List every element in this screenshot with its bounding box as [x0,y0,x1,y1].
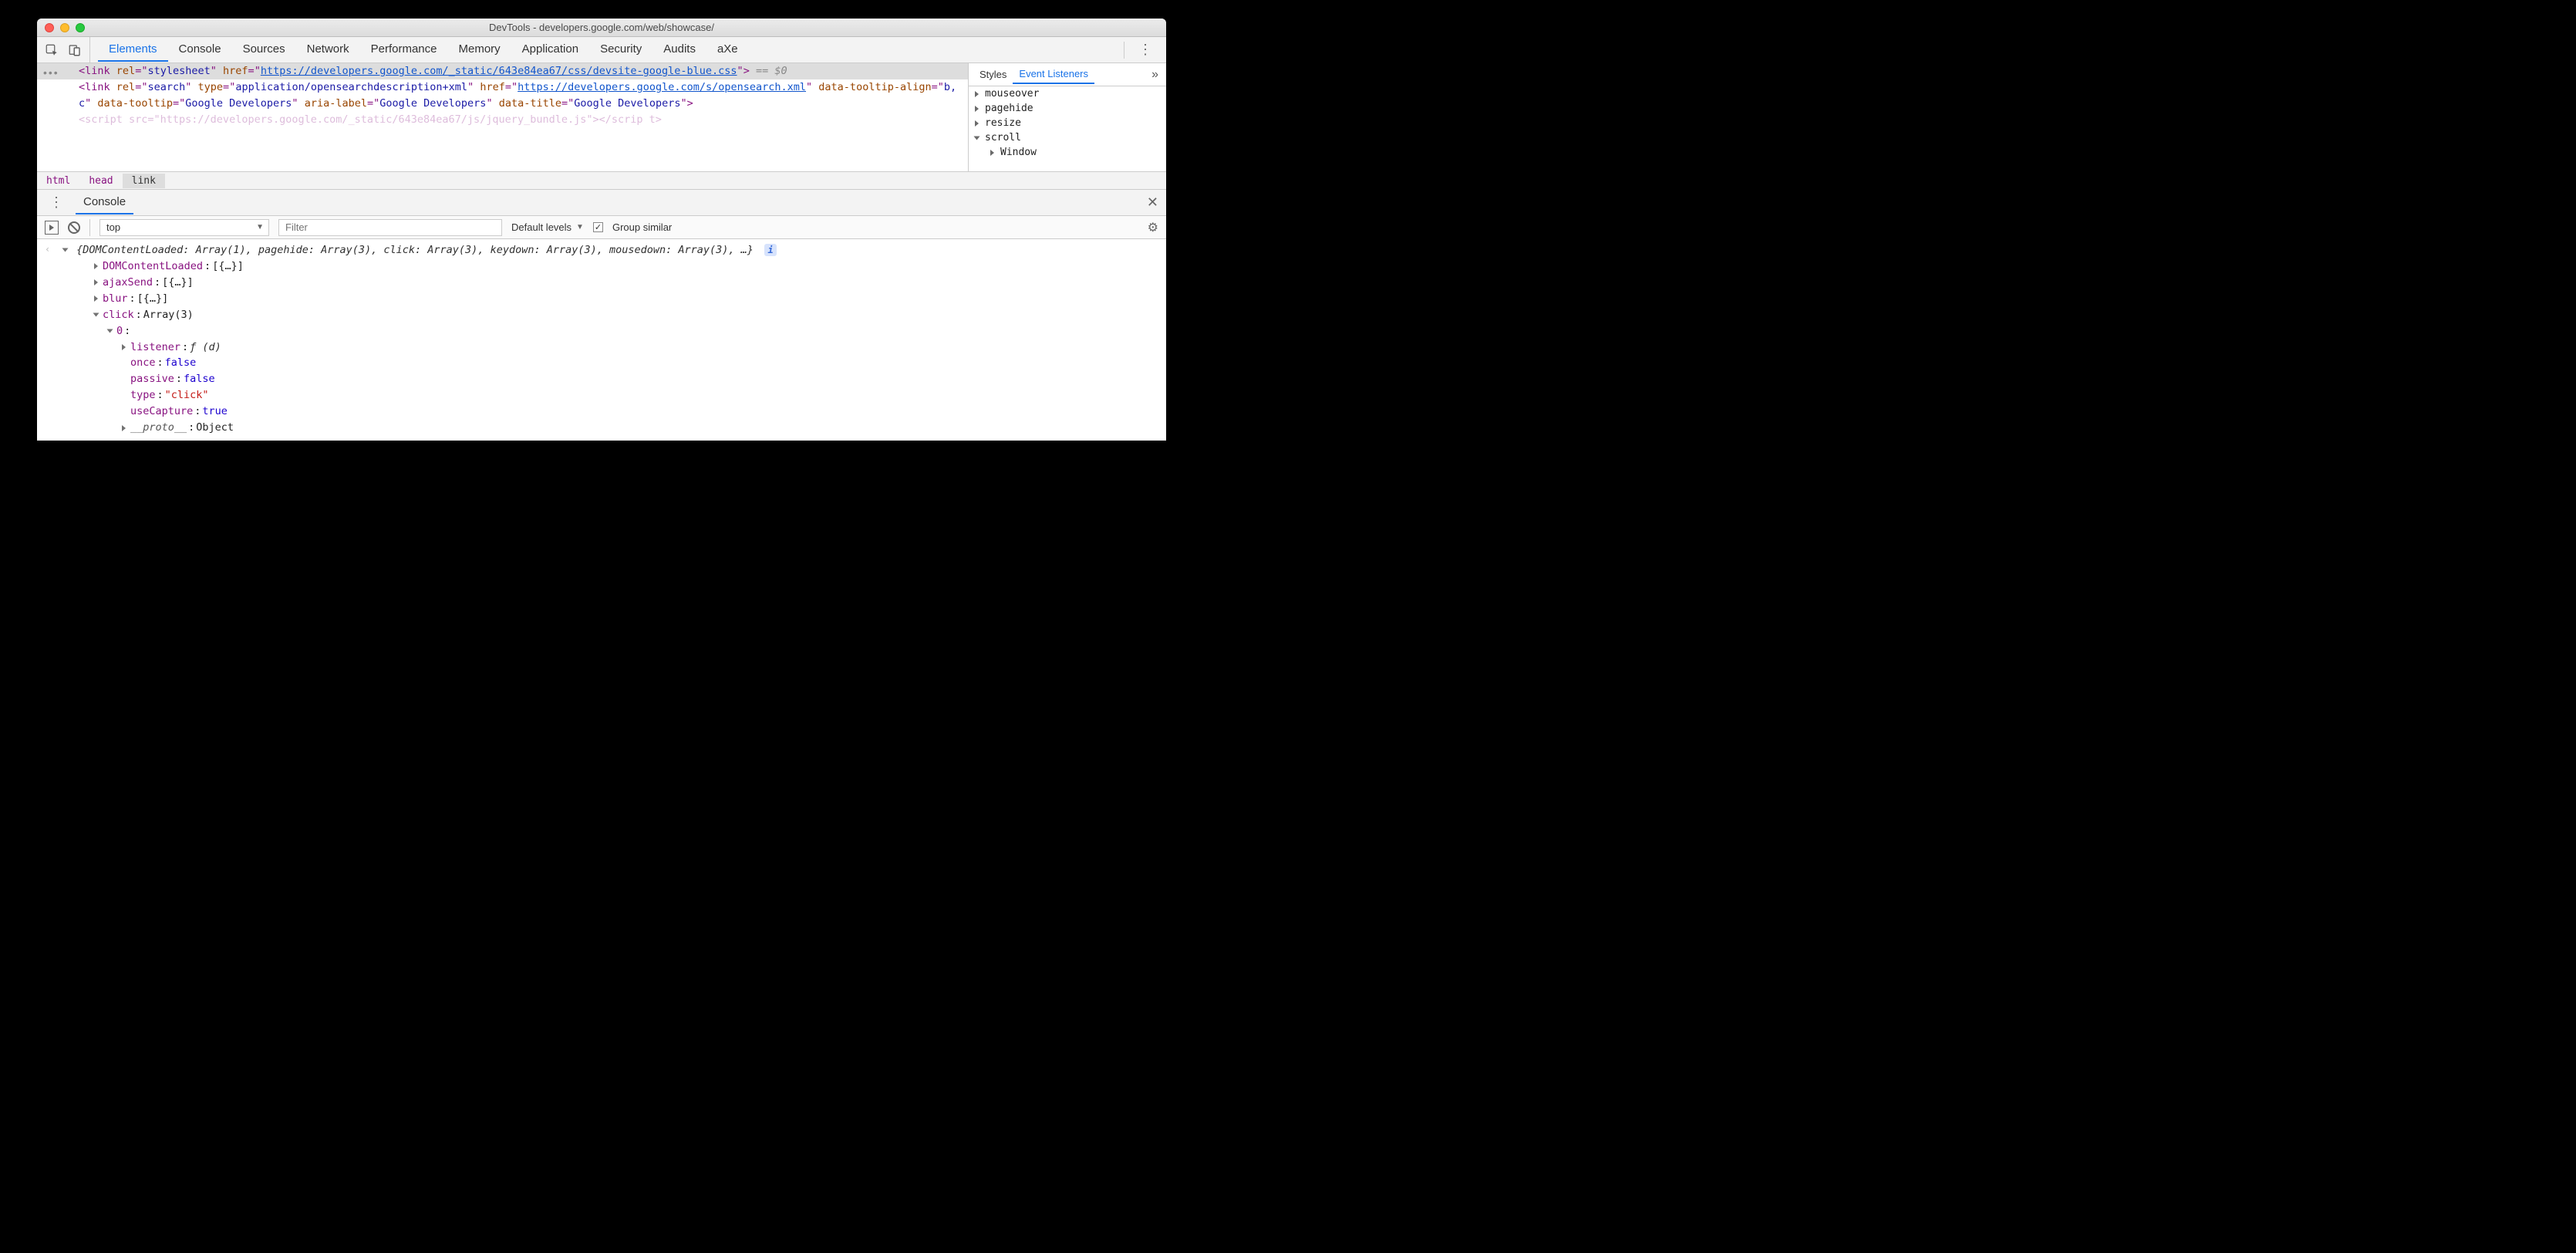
tab-memory[interactable]: Memory [448,38,511,62]
dom-node-selected[interactable]: <link rel="stylesheet" href="https://dev… [37,63,968,79]
console-property[interactable]: ajaxSend: [{…}] [94,275,1158,291]
console-property[interactable]: passive: false [94,371,1158,387]
tab-axe[interactable]: aXe [706,38,749,62]
drawer-close-icon[interactable]: ✕ [1147,194,1158,211]
elements-sidebar: Styles Event Listeners » mouseoverpagehi… [969,63,1166,171]
listener-pagehide[interactable]: pagehide [969,101,1166,116]
tab-elements[interactable]: Elements [98,38,168,62]
execution-context-icon[interactable] [45,221,59,235]
sidebar-more-tabs-icon[interactable]: » [1148,68,1162,82]
console-settings-icon[interactable]: ⚙ [1148,220,1158,235]
elements-panel[interactable]: ••• <link rel="stylesheet" href="https:/… [37,63,969,171]
tab-console[interactable]: Console [168,38,232,62]
console-property[interactable]: listener: ƒ (d) [94,339,1158,356]
group-similar-label: Group similar [612,221,672,233]
console-property[interactable]: __proto__: Object [94,420,1158,436]
parent-indicator-icon: ••• [43,66,59,79]
dom-node[interactable]: <link rel="search" type="application/ope… [37,79,968,112]
main-tabs: Elements Console Sources Network Perform… [98,38,749,62]
event-listener-list: mouseoverpagehideresizescrollWindow [969,86,1166,160]
tab-application[interactable]: Application [511,38,589,62]
info-badge-icon[interactable]: i [764,244,777,256]
separator [89,219,90,236]
console-property[interactable]: useCapture: true [94,404,1158,420]
console-property[interactable]: DOMContentLoaded: [{…}] [94,258,1158,275]
listener-mouseover[interactable]: mouseover [969,86,1166,101]
expand-toggle-icon[interactable] [62,248,69,252]
breadcrumb-link[interactable]: link [123,174,165,188]
context-selector[interactable]: top [99,219,269,236]
log-levels-selector[interactable]: Default levels [511,221,584,233]
console-output: ‹ {DOMContentLoaded: Array(1), pagehide:… [37,239,1166,441]
tab-audits[interactable]: Audits [652,38,706,62]
breadcrumb-html[interactable]: html [37,174,79,188]
console-filter-input[interactable] [278,219,502,236]
tab-security[interactable]: Security [589,38,652,62]
group-similar-checkbox[interactable]: ✓ [593,222,603,232]
inspect-element-icon[interactable] [45,43,59,57]
clear-console-icon[interactable] [68,221,80,234]
breadcrumb-head[interactable]: head [79,174,122,188]
main-tabbar: Elements Console Sources Network Perform… [37,37,1166,63]
sidebar-tab-event-listeners[interactable]: Event Listeners [1013,65,1094,84]
listener-resize[interactable]: resize [969,116,1166,130]
listener-scroll[interactable]: scroll [969,130,1166,145]
context-value: top [106,221,120,233]
window-title: DevTools - developers.google.com/web/sho… [37,22,1166,33]
object-summary[interactable]: {DOMContentLoaded: Array(1), pagehide: A… [76,244,754,256]
console-property[interactable]: blur: [{…}] [94,291,1158,307]
drawer-tab-console[interactable]: Console [76,191,133,214]
tab-performance[interactable]: Performance [360,38,448,62]
dom-node-truncated[interactable]: <script src="https://developers.google.c… [37,112,968,128]
console-property[interactable]: 0: [94,323,1158,339]
dom-breadcrumb: html head link [37,171,1166,190]
sidebar-tab-styles[interactable]: Styles [973,66,1013,83]
drawer-menu-icon[interactable]: ⋮ [45,194,68,211]
console-property[interactable]: once: false [94,355,1158,371]
drawer-header: ⋮ Console ✕ [37,190,1166,216]
message-gutter-icon: ‹ [45,242,63,257]
device-toolbar-icon[interactable] [68,43,82,57]
console-property[interactable]: type: "click" [94,387,1158,404]
console-property[interactable]: click: Array(3) [94,307,1158,323]
listener-target[interactable]: Window [969,145,1166,160]
tab-sources[interactable]: Sources [232,38,296,62]
tab-network[interactable]: Network [296,38,360,62]
settings-menu-icon[interactable]: ⋮ [1134,42,1157,58]
titlebar: DevTools - developers.google.com/web/sho… [37,19,1166,37]
devtools-window: DevTools - developers.google.com/web/sho… [37,19,1166,441]
console-toolbar: top Default levels ✓ Group similar ⚙ [37,216,1166,239]
